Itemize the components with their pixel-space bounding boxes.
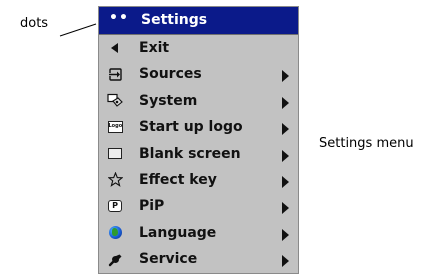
pip-icon: P: [107, 198, 123, 214]
menu-item-label: Start up logo: [139, 119, 243, 136]
submenu-arrow-icon: [282, 175, 289, 188]
back-arrow-icon: [107, 40, 123, 56]
globe-icon: [107, 225, 123, 241]
menu-item-start-up-logo[interactable]: Logo Start up logo: [99, 114, 298, 140]
menu-item-system[interactable]: System: [99, 88, 298, 114]
menu-item-label: System: [139, 92, 198, 109]
submenu-arrow-icon: [282, 149, 289, 162]
settings-menu: •• Settings Exit Sources System Logo Sta…: [98, 6, 299, 274]
menu-item-service[interactable]: Service: [99, 246, 298, 272]
submenu-arrow-icon: [282, 70, 289, 83]
menu-item-label: Sources: [139, 66, 202, 83]
menu-title: Settings: [141, 12, 208, 28]
menu-item-label: Blank screen: [139, 145, 241, 162]
dots-callout-label: dots: [20, 16, 49, 31]
menu-header: •• Settings: [99, 7, 298, 35]
submenu-arrow-icon: [282, 123, 289, 136]
logo-icon-text: Logo: [107, 121, 123, 134]
submenu-arrow-icon: [282, 96, 289, 109]
menu-item-label: Effect key: [139, 171, 217, 188]
blank-screen-icon: [107, 146, 123, 162]
menu-item-label: PiP: [139, 198, 165, 215]
submenu-arrow-icon: [282, 255, 289, 268]
menu-item-exit[interactable]: Exit: [99, 35, 298, 61]
menu-item-label: Language: [139, 224, 217, 241]
menu-item-effect-key[interactable]: Effect key: [99, 167, 298, 193]
menu-dots-indicator: ••: [109, 10, 129, 26]
star-icon: [107, 172, 123, 188]
menu-item-label: Service: [139, 251, 198, 268]
settings-menu-callout-label: Settings menu: [319, 136, 414, 151]
system-icon: [107, 93, 123, 109]
wrench-icon: [107, 251, 123, 267]
pip-icon-text: P: [108, 200, 122, 213]
submenu-arrow-icon: [282, 228, 289, 241]
menu-item-pip[interactable]: P PiP: [99, 193, 298, 219]
menu-item-blank-screen[interactable]: Blank screen: [99, 141, 298, 167]
menu-item-label: Exit: [139, 40, 170, 56]
submenu-arrow-icon: [282, 202, 289, 215]
logo-icon: Logo: [107, 119, 123, 135]
menu-item-language[interactable]: Language: [99, 220, 298, 246]
menu-item-sources[interactable]: Sources: [99, 61, 298, 87]
sources-icon: [107, 66, 123, 82]
